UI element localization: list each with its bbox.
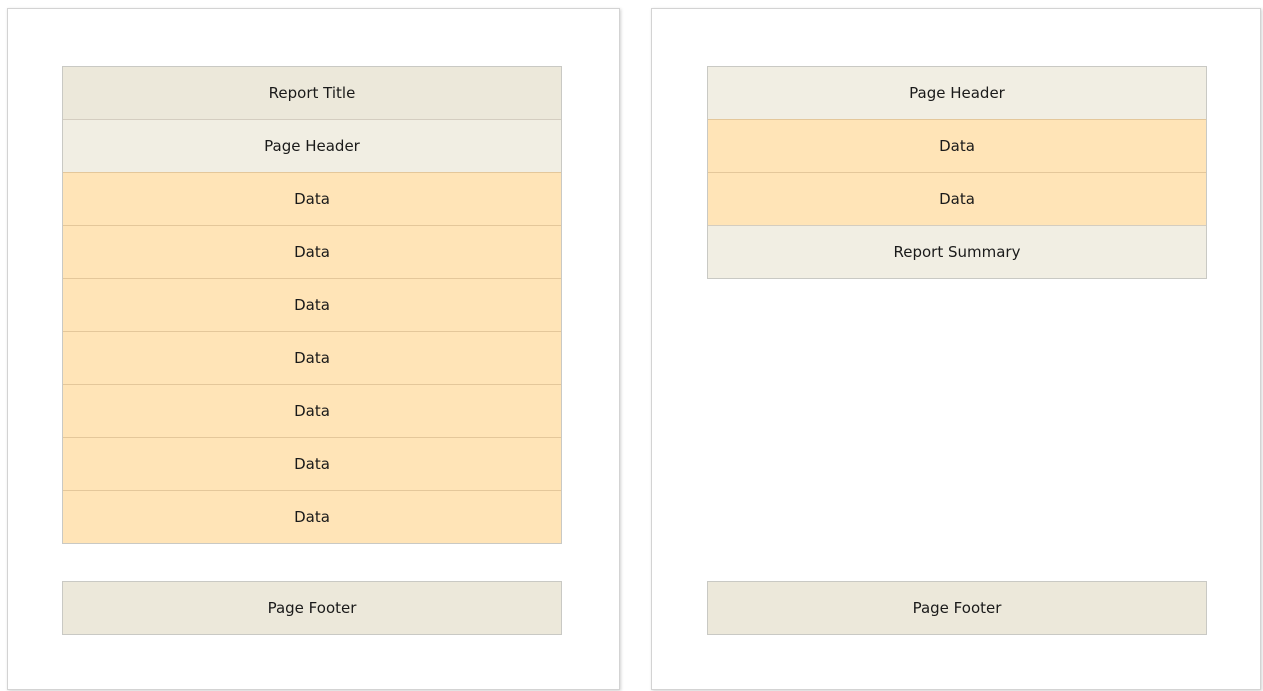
data-band: Data — [708, 172, 1206, 225]
page-header-band: Page Header — [63, 119, 561, 172]
report-summary-band: Report Summary — [708, 225, 1206, 278]
data-band: Data — [63, 437, 561, 490]
page-header-band: Page Header — [708, 67, 1206, 119]
data-band: Data — [63, 225, 561, 278]
report-page-2: Page Header Data Data Report Summary Pag… — [651, 8, 1261, 690]
data-band: Data — [63, 331, 561, 384]
data-band: Data — [63, 384, 561, 437]
data-band: Data — [63, 278, 561, 331]
report-page-1: Report Title Page Header Data Data Data … — [7, 8, 620, 690]
data-band: Data — [708, 119, 1206, 172]
page-1-bands: Report Title Page Header Data Data Data … — [62, 66, 562, 544]
report-title-band: Report Title — [63, 67, 561, 119]
page-2-bands: Page Header Data Data Report Summary — [707, 66, 1207, 279]
data-band: Data — [63, 172, 561, 225]
report-layout-diagram: Report Title Page Header Data Data Data … — [0, 0, 1263, 691]
page-footer-band: Page Footer — [707, 581, 1207, 635]
page-footer-band: Page Footer — [62, 581, 562, 635]
data-band: Data — [63, 490, 561, 543]
